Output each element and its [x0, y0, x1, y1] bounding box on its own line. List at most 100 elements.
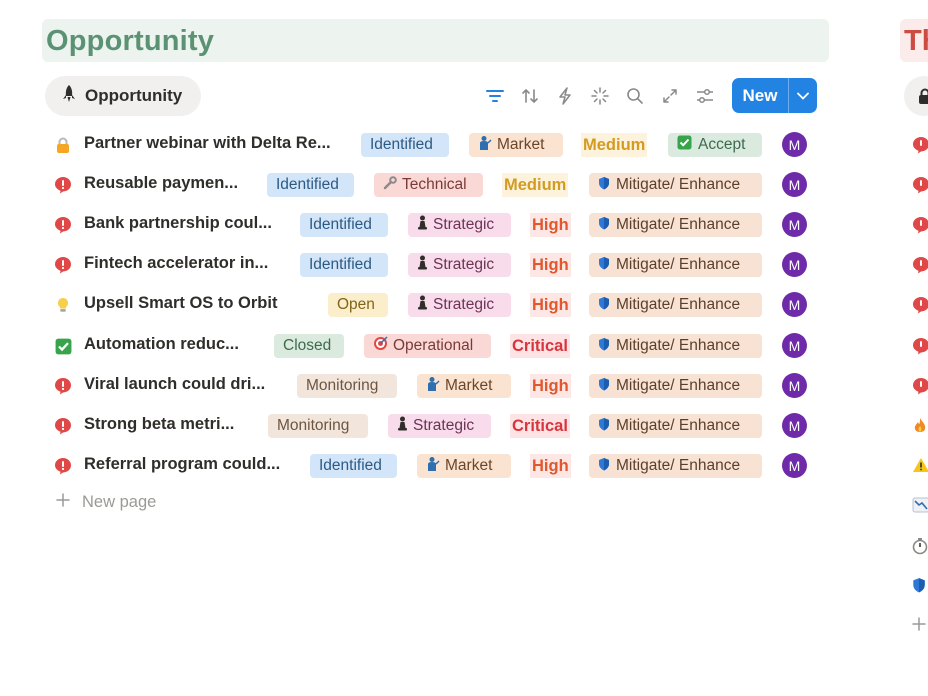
avatar[interactable]: M — [782, 413, 807, 438]
status-badge: Open — [328, 293, 388, 317]
avatar[interactable]: M — [782, 212, 807, 237]
list-item[interactable]: Partner webinar with Delta Re... Identif… — [0, 125, 840, 165]
check-box-icon — [677, 135, 692, 155]
status-label: Identified — [370, 136, 433, 153]
shield-icon — [598, 176, 610, 195]
sparkle-icon[interactable] — [589, 85, 611, 107]
search-icon[interactable] — [624, 85, 646, 107]
list-item[interactable]: Viral launch could dri... Monitoring Mar… — [0, 366, 840, 406]
category-label: Strategic — [433, 296, 495, 313]
lightbulb-icon — [54, 296, 72, 314]
plus-icon[interactable] — [912, 617, 928, 637]
person-pointing-icon — [426, 456, 440, 477]
status-label: Closed — [283, 337, 332, 354]
status-badge: Monitoring — [268, 414, 368, 438]
chart-down-icon — [912, 497, 928, 517]
item-title[interactable]: Automation reduc... — [84, 335, 239, 354]
list-item[interactable]: Strong beta metri... Monitoring Strategi… — [0, 406, 840, 446]
settings-sliders-icon[interactable] — [694, 85, 716, 107]
category-label: Technical — [402, 176, 467, 193]
database-toolbar — [484, 82, 716, 110]
item-title[interactable]: Strong beta metri... — [84, 415, 234, 434]
avatar[interactable]: M — [782, 132, 807, 157]
avatar[interactable]: M — [782, 252, 807, 277]
status-label: Monitoring — [277, 417, 350, 434]
avatar[interactable]: M — [782, 172, 807, 197]
alert-icon — [54, 377, 72, 395]
response-badge: Mitigate/ Enhance — [589, 334, 762, 358]
response-badge: Mitigate/ Enhance — [589, 454, 762, 478]
alert-icon — [54, 256, 72, 274]
alert-icon — [54, 216, 72, 234]
list-item[interactable]: Fintech accelerator in... Identified Str… — [0, 245, 840, 285]
status-badge: Identified — [300, 253, 388, 277]
section-title: Opportunity — [46, 25, 215, 57]
category-badge: Operational — [364, 334, 491, 358]
status-badge: Monitoring — [297, 374, 397, 398]
response-label: Accept — [698, 136, 746, 153]
status-badge: Identified — [300, 213, 388, 237]
view-tab-threat[interactable] — [904, 76, 928, 116]
level-badge: Medium — [502, 173, 569, 197]
lightning-icon[interactable] — [554, 85, 576, 107]
shield-icon — [598, 377, 610, 396]
new-page-button[interactable]: New page — [56, 493, 156, 512]
avatar[interactable]: M — [782, 453, 807, 478]
list-item[interactable]: Referral program could... Identified Mar… — [0, 446, 840, 486]
item-title[interactable]: Referral program could... — [84, 455, 280, 474]
shield-icon — [598, 256, 610, 275]
status-badge: Identified — [310, 454, 397, 478]
status-label: Identified — [319, 457, 382, 474]
item-title[interactable]: Fintech accelerator in... — [84, 254, 268, 273]
list-item[interactable]: Automation reduc... Closed Operational C… — [0, 326, 840, 366]
alert-icon — [912, 256, 928, 276]
level-badge: High — [530, 253, 571, 277]
category-label: Market — [497, 136, 545, 153]
item-title[interactable]: Viral launch could dri... — [84, 375, 265, 394]
stopwatch-icon — [912, 537, 928, 557]
alert-icon — [912, 296, 928, 316]
person-pointing-icon — [478, 135, 492, 156]
response-badge: Mitigate/ Enhance — [589, 374, 762, 398]
opportunity-section-header: Opportunity — [42, 19, 829, 62]
alert-icon — [912, 377, 928, 397]
list-item[interactable]: Bank partnership coul... Identified Stra… — [0, 205, 840, 245]
response-badge: Mitigate/ Enhance — [589, 253, 762, 277]
alert-icon — [54, 417, 72, 435]
category-label: Operational — [393, 337, 474, 354]
view-tab-opportunity[interactable]: Opportunity — [45, 76, 201, 116]
avatar[interactable]: M — [782, 333, 807, 358]
avatar[interactable]: M — [782, 292, 807, 317]
item-title[interactable]: Reusable paymen... — [84, 174, 238, 193]
expand-icon[interactable] — [659, 85, 681, 107]
category-label: Strategic — [413, 417, 475, 434]
category-badge: Strategic — [408, 293, 511, 317]
level-badge: High — [530, 293, 571, 317]
filter-icon[interactable] — [484, 85, 506, 107]
response-badge: Accept — [668, 133, 762, 157]
plus-icon — [56, 493, 70, 512]
response-label: Mitigate/ Enhance — [616, 377, 741, 394]
list-item[interactable]: Reusable paymen... Identified Technical … — [0, 165, 840, 205]
item-title[interactable]: Bank partnership coul... — [84, 214, 272, 233]
new-button[interactable]: New — [732, 78, 817, 113]
response-badge: Mitigate/ Enhance — [589, 414, 762, 438]
chevron-down-icon[interactable] — [789, 92, 817, 100]
check-box-icon — [54, 337, 72, 355]
rocket-icon — [61, 84, 77, 109]
list-item[interactable]: Upsell Smart OS to Orbit Open Strategic … — [0, 285, 840, 325]
category-label: Strategic — [433, 256, 495, 273]
status-badge: Identified — [267, 173, 354, 197]
target-icon — [373, 336, 388, 356]
avatar[interactable]: M — [782, 373, 807, 398]
response-badge: Mitigate/ Enhance — [589, 293, 762, 317]
level-badge: High — [530, 213, 571, 237]
sort-icon[interactable] — [519, 85, 541, 107]
category-badge: Market — [417, 374, 511, 398]
response-badge: Mitigate/ Enhance — [589, 173, 762, 197]
item-title[interactable]: Partner webinar with Delta Re... — [84, 134, 331, 153]
category-badge: Market — [469, 133, 563, 157]
item-title[interactable]: Upsell Smart OS to Orbit — [84, 294, 277, 313]
chess-pawn-icon — [417, 295, 428, 315]
level-badge: Medium — [581, 133, 648, 157]
